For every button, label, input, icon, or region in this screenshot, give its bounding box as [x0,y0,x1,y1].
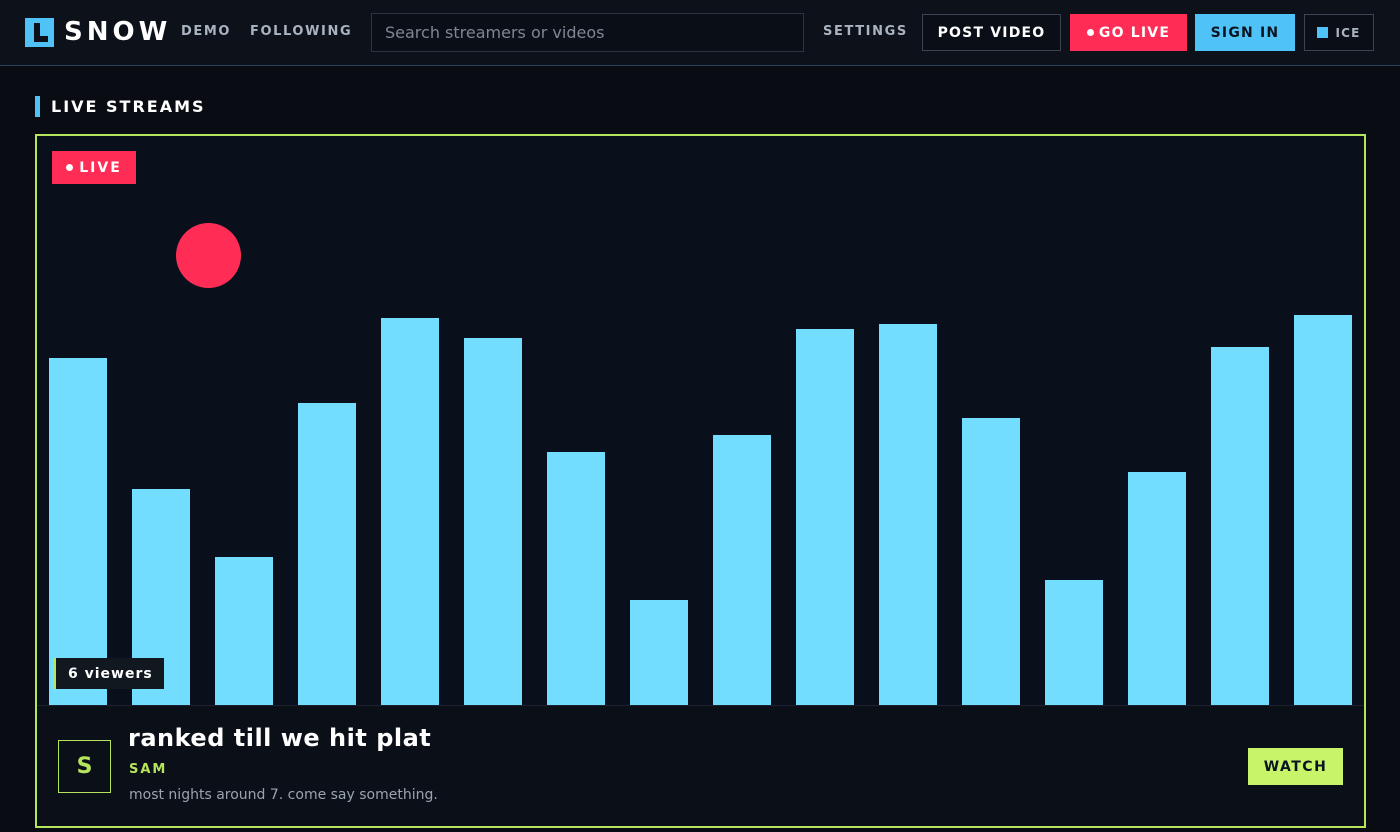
section-title: LIVE STREAMS [35,96,206,117]
post-video-label: POST VIDEO [937,24,1046,41]
stream-preview[interactable]: LIVE 6 viewers [37,136,1364,705]
preview-bar [49,358,107,705]
logo[interactable]: SNOW [25,18,171,47]
settings-link[interactable]: SETTINGS [823,24,908,39]
post-video-button[interactable]: POST VIDEO [922,14,1061,51]
stream-card[interactable]: LIVE 6 viewers S ranked till we hit plat… [35,134,1366,828]
preview-bar [381,318,439,705]
top-bar: SNOW DEMO FOLLOWING SETTINGS POST VIDEO … [0,0,1400,66]
live-dot-icon [1086,29,1094,36]
stream-title[interactable]: ranked till we hit plat [128,724,431,752]
stream-info: S ranked till we hit plat SAM most night… [37,705,1364,826]
preview-bar [1211,347,1269,705]
preview-bar [713,435,771,705]
streamer-name[interactable]: SAM [129,762,167,777]
preview-bar [1294,315,1352,705]
go-live-label: GO LIVE [1098,24,1171,41]
go-live-button[interactable]: GO LIVE [1070,14,1187,51]
preview-bar [298,403,356,705]
theme-label: ICE [1335,25,1361,40]
preview-ball [176,223,241,288]
search-input[interactable] [371,13,804,52]
live-badge: LIVE [52,151,136,184]
nav-demo[interactable]: DEMO [181,24,231,39]
preview-bar [215,557,273,705]
logo-mark-icon [25,18,54,47]
stream-description: most nights around 7. come say something… [129,787,438,803]
nav-following[interactable]: FOLLOWING [250,24,352,39]
logo-text: SNOW [64,17,172,47]
preview-bar [879,324,937,705]
theme-square-icon [1317,27,1329,38]
sign-in-button[interactable]: SIGN IN [1195,14,1295,51]
live-badge-label: LIVE [79,159,122,176]
preview-bar [796,329,854,705]
sign-in-label: SIGN IN [1210,24,1280,41]
watch-button[interactable]: WATCH [1248,748,1343,785]
preview-bar [1045,580,1103,705]
preview-bar [1128,472,1186,705]
live-dot-icon [66,164,74,171]
preview-bar [464,338,522,705]
viewer-count: 6 viewers [53,658,164,689]
avatar[interactable]: S [58,740,111,793]
watch-label: WATCH [1263,758,1328,775]
preview-bar [630,600,688,705]
preview-bar [547,452,605,705]
preview-bars [37,136,1364,705]
theme-button[interactable]: ICE [1304,14,1374,51]
preview-bar [962,418,1020,705]
